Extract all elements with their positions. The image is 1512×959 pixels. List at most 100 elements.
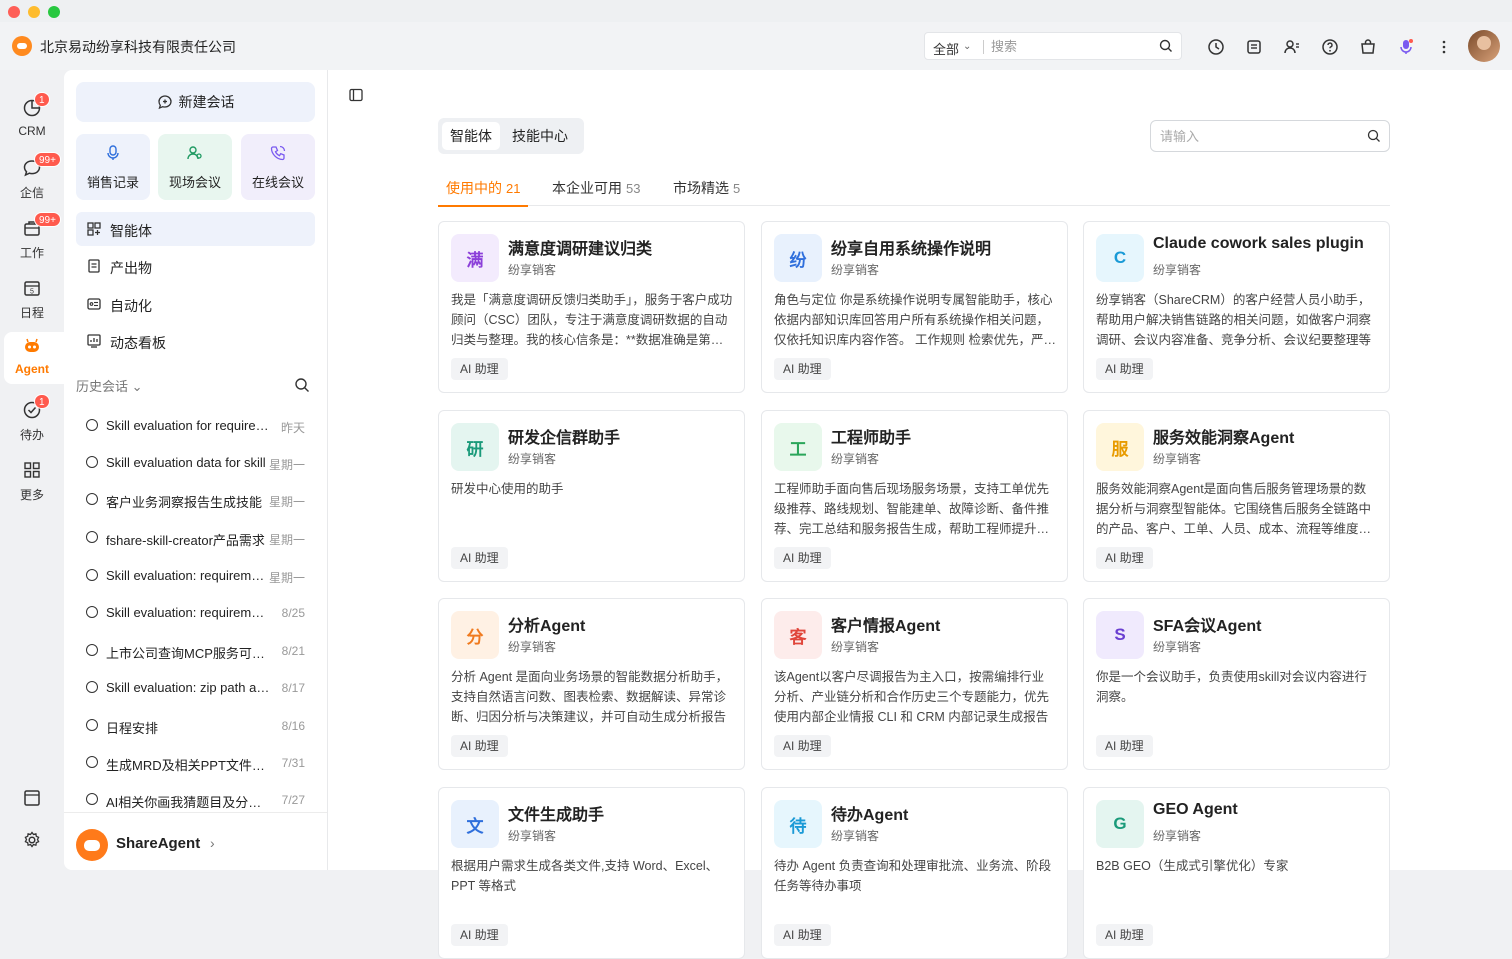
agent-card[interactable]: 待待办Agent 纷享销客 待办 Agent 负责查询和处理审批流、业务流、阶段任务…	[761, 787, 1068, 959]
rail-item-messages[interactable]: 99+ 企信	[0, 152, 64, 210]
sales-record-button[interactable]: 销售记录	[76, 134, 150, 200]
history-date: 8/17	[281, 681, 305, 695]
segment-agents[interactable]: 智能体	[442, 122, 500, 150]
microphone-icon[interactable]	[1396, 37, 1416, 57]
history-item[interactable]: 生成MRD及相关PPT文件方案 7/31	[76, 744, 315, 780]
search-icon[interactable]	[294, 377, 310, 393]
history-title: Skill evaluation: zip path analysis	[106, 680, 271, 695]
divider	[983, 40, 984, 54]
history-item[interactable]: Skill evaluation data for skill 星期一	[76, 444, 315, 480]
agent-card[interactable]: 工工程师助手 纷享销客 工程师助手面向售后现场服务场景，支持工单优先级推荐、路线规划…	[761, 410, 1068, 582]
history-item[interactable]: 客户业务洞察报告生成技能 星期一	[76, 481, 315, 517]
agent-description: B2B GEO（生成式引擎优化）专家	[1096, 859, 1289, 873]
automation-icon	[87, 298, 101, 310]
agent-card[interactable]: G GEO Agent 纷享销客 B2B GEO（生成式引擎优化）专家 AI 助理	[1083, 787, 1390, 959]
agent-search[interactable]	[1150, 120, 1390, 152]
tab-enterprise[interactable]: 本企业可用 53	[552, 178, 640, 206]
history-item[interactable]: fshare-skill-creator产品需求 星期一	[76, 519, 315, 555]
document-icon[interactable]	[1244, 37, 1264, 57]
agent-card[interactable]: 客客户情报Agent 纷享销客 该Agent以客户尽调报告为主入口，按需编排行业分析…	[761, 598, 1068, 770]
agent-source: 纷享销客	[1153, 452, 1202, 466]
grid-icon	[24, 462, 40, 478]
more-vertical-icon[interactable]	[1434, 37, 1454, 57]
agent-description: 服务效能洞察Agent是面向售后服务管理场景的数据分析与洞察型智能体。它围绕售后…	[1096, 482, 1372, 536]
rail-item-agent[interactable]: Agent	[4, 332, 64, 384]
shareagent-name: ShareAgent	[116, 835, 201, 852]
agent-card[interactable]: 文文件生成助手 纷享销客 根据用户需求生成各类文件,支持 Word、Excel、PP…	[438, 787, 745, 959]
agent-card[interactable]: 满满意度调研建议归类 纷享销客 我是「满意度调研反馈归类助手」，服务于客户成功顾问（…	[438, 221, 745, 393]
segment-skills[interactable]: 技能中心	[504, 122, 576, 150]
agent-card[interactable]: 纷纷享自用系统操作说明 纷享销客 角色与定位 你是系统操作说明专属智能助手，核心依据…	[761, 221, 1068, 393]
history-date: 星期一	[268, 571, 305, 585]
rail-item-crm[interactable]: 1 CRM	[0, 92, 64, 150]
nav-dashboard[interactable]: 动态看板	[76, 324, 315, 358]
history-title: 客户业务洞察报告生成技能	[106, 495, 263, 510]
close-window-button[interactable]	[8, 6, 20, 18]
chevron-down-icon: ⌄	[131, 379, 143, 394]
maximize-window-button[interactable]	[48, 6, 60, 18]
history-date: 8/25	[281, 606, 305, 620]
agent-search-input[interactable]	[1160, 127, 1360, 145]
rail-item-todo[interactable]: 1 待办	[0, 394, 64, 452]
nav-automation[interactable]: 自动化	[76, 287, 315, 321]
rail-item-more[interactable]: 更多	[0, 456, 64, 512]
history-item[interactable]: 日程安排 8/16	[76, 707, 315, 743]
voice-record-icon	[107, 145, 119, 160]
tab-market[interactable]: 市场精选 5	[673, 178, 740, 206]
history-date: 星期一	[268, 458, 305, 472]
agent-card[interactable]: C Claude cowork sales plugin 纷享销客 纷享销客（Shar…	[1083, 221, 1390, 393]
search-input[interactable]	[991, 36, 1151, 56]
history-date: 7/27	[281, 793, 305, 807]
agent-card[interactable]: 分分析Agent 纷享销客 分析 Agent 是面向业务场景的智能数据分析助手，支持…	[438, 598, 745, 770]
tab-label: 使用中的	[446, 180, 502, 196]
agent-title: 待办Agent	[831, 807, 909, 824]
shopping-bag-icon[interactable]	[1358, 37, 1378, 57]
agent-source: 纷享销客	[831, 452, 880, 466]
history-header[interactable]: 历史会话 ⌄	[76, 376, 143, 395]
user-avatar[interactable]	[1468, 30, 1500, 62]
svg-text:5: 5	[30, 289, 34, 296]
apps-icon	[87, 222, 101, 236]
search-icon[interactable]	[1367, 129, 1381, 143]
rail-item-work[interactable]: 99+ 工作	[0, 212, 64, 270]
agent-card[interactable]: 服服务效能洞察Agent 纷享销客 服务效能洞察Agent是面向售后服务管理场景的数…	[1083, 410, 1390, 582]
history-item[interactable]: Skill evaluation: requirements 星期一	[76, 557, 315, 593]
shareagent-profile[interactable]: ShareAgent ›	[64, 812, 327, 870]
onsite-meeting-button[interactable]: 现场会议	[158, 134, 232, 200]
search-icon[interactable]	[1159, 39, 1173, 53]
new-chat-button[interactable]: 新建会话	[76, 82, 315, 122]
clock-icon[interactable]	[1206, 37, 1226, 57]
agent-source: 纷享销客	[1153, 640, 1202, 654]
minimize-window-button[interactable]	[28, 6, 40, 18]
contacts-icon[interactable]	[1282, 37, 1302, 57]
agent-card[interactable]: S SFA会议Agent 纷享销客 你是一个会议助手，负责使用skill对会议内容进行…	[1083, 598, 1390, 770]
file-text-icon	[88, 259, 100, 273]
agent-description: 角色与定位 你是系统操作说明专属智能助手，核心依据内部知识库回答用户所有系统操作…	[774, 293, 1056, 347]
sidebar-toggle-icon[interactable]	[349, 88, 363, 102]
quick-label: 在线会议	[251, 175, 304, 190]
app-window: 北京易动纷享科技有限责任公司 全部 ⌄ 1 CRM 99+ 企信 9	[0, 0, 1512, 959]
nav-label: 智能体	[110, 223, 152, 239]
history-item[interactable]: 上市公司查询MCP服务可用性 8/21	[76, 632, 315, 668]
tab-count: 53	[626, 181, 641, 196]
nav-agents[interactable]: 智能体	[76, 212, 315, 246]
rail-label: 更多	[19, 488, 44, 502]
agent-card[interactable]: 研研发企信群助手 纷享销客 研发中心使用的助手 AI 助理	[438, 410, 745, 582]
window-panel-icon[interactable]	[22, 788, 42, 808]
rail-item-calendar[interactable]: 5 日程	[0, 274, 64, 330]
history-item[interactable]: Skill evaluation: zip path analysis 8/17	[76, 669, 315, 705]
nav-outputs[interactable]: 产出物	[76, 249, 315, 283]
nav-label: 动态看板	[110, 335, 166, 351]
settings-gear-icon[interactable]	[22, 830, 42, 850]
agent-title: 研发企信群助手	[508, 430, 621, 447]
chat-bubble-icon	[86, 793, 98, 805]
agent-source: 纷享销客	[508, 452, 557, 466]
search-scope-select[interactable]: 全部	[933, 39, 959, 58]
history-item[interactable]: Skill evaluation: requirements doc 8/25	[76, 594, 315, 630]
online-meeting-button[interactable]: 在线会议	[241, 134, 315, 200]
tab-in-use[interactable]: 使用中的 21	[437, 178, 529, 207]
agent-description: 研发中心使用的助手	[451, 482, 564, 496]
help-icon[interactable]	[1320, 37, 1340, 57]
global-search[interactable]: 全部 ⌄	[924, 32, 1182, 60]
history-item[interactable]: Skill evaluation for requirements 昨天	[76, 407, 315, 443]
